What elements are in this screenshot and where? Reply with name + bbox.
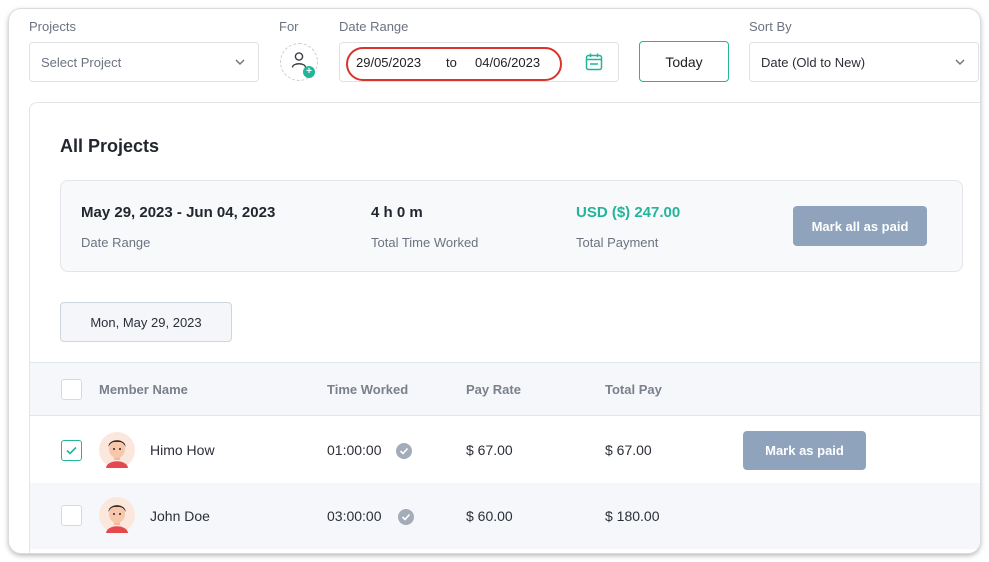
date-to[interactable]: 04/06/2023: [475, 55, 540, 70]
column-member-name: Member Name: [99, 382, 188, 397]
pay-rate: $ 60.00: [466, 508, 513, 524]
projects-label: Projects: [29, 19, 76, 34]
table-row: John Doe 03:00:00 $ 60.00 $ 180.00: [30, 483, 980, 549]
column-total-pay: Total Pay: [605, 382, 662, 397]
summary-time-worked: 4 h 0 m: [371, 204, 423, 221]
today-button[interactable]: Today: [639, 41, 729, 82]
column-pay-rate: Pay Rate: [466, 382, 521, 397]
mark-all-paid-button[interactable]: Mark all as paid: [793, 206, 927, 246]
projects-panel: All Projects May 29, 2023 - Jun 04, 2023…: [29, 102, 980, 553]
member-name: Himo How: [150, 442, 215, 458]
total-pay: $ 67.00: [605, 442, 652, 458]
member-name: John Doe: [150, 508, 210, 524]
plus-badge-icon: +: [303, 66, 315, 78]
project-select[interactable]: Select Project: [29, 42, 259, 82]
column-time-worked: Time Worked: [327, 382, 409, 397]
panel-title: All Projects: [60, 136, 160, 156]
mark-as-paid-button[interactable]: Mark as paid: [743, 431, 866, 470]
time-worked: 01:00:00: [327, 442, 382, 458]
member-picker-button[interactable]: +: [280, 43, 318, 81]
summary-card: May 29, 2023 - Jun 04, 2023 Date Range 4…: [60, 180, 963, 272]
total-pay: $ 180.00: [605, 508, 660, 524]
checkmark-icon: [66, 446, 77, 455]
date-range-label: Date Range: [339, 19, 409, 34]
pay-rate: $ 67.00: [466, 442, 513, 458]
summary-date-range-label: Date Range: [81, 235, 151, 250]
date-from[interactable]: 29/05/2023: [356, 55, 421, 70]
time-worked: 03:00:00: [327, 508, 382, 524]
summary-total-payment: USD ($) 247.00: [576, 204, 681, 221]
sort-by-select[interactable]: Date (Old to New): [749, 42, 979, 82]
member-avatar-icon: [99, 432, 135, 468]
date-to-word: to: [446, 55, 457, 70]
date-range-picker[interactable]: 29/05/2023 to 04/06/2023: [339, 42, 619, 82]
table-header: Member Name Time Worked Pay Rate Total P…: [30, 362, 980, 416]
row-checkbox[interactable]: [61, 505, 82, 526]
calendar-icon[interactable]: [584, 52, 604, 72]
summary-date-range: May 29, 2023 - Jun 04, 2023: [81, 204, 276, 221]
sort-by-value: Date (Old to New): [761, 54, 866, 70]
summary-time-label: Total Time Worked: [371, 235, 479, 250]
verified-check-icon: [396, 443, 412, 459]
member-avatar-icon: [99, 497, 135, 533]
chevron-down-icon: [953, 55, 967, 69]
select-all-checkbox[interactable]: [61, 379, 82, 400]
for-label: For: [279, 19, 299, 34]
chevron-down-icon: [233, 55, 247, 69]
project-select-placeholder: Select Project: [41, 54, 122, 70]
row-checkbox[interactable]: [61, 440, 82, 461]
app-window: Projects Select Project For + Date Range…: [9, 9, 980, 553]
summary-payment-label: Total Payment: [576, 235, 659, 250]
day-chip[interactable]: Mon, May 29, 2023: [60, 302, 232, 342]
table-row: Himo How 01:00:00 $ 67.00 $ 67.00 Mark a…: [30, 417, 980, 483]
sort-by-label: Sort By: [749, 19, 792, 34]
verified-check-icon: [398, 509, 414, 525]
